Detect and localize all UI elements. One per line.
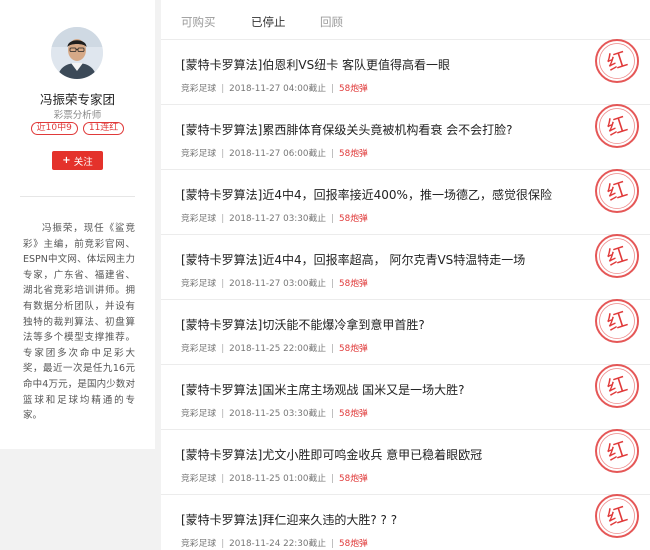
article-price: 58炮弹 bbox=[339, 149, 368, 159]
plus-icon: + bbox=[62, 155, 71, 166]
svg-text:红: 红 bbox=[604, 111, 630, 140]
article-category: 竞彩足球 bbox=[181, 214, 217, 224]
red-stamp-icon: 红 bbox=[595, 364, 639, 408]
article-title[interactable]: [蒙特卡罗算法]尤文小胜即可鸣金收兵 意甲已稳着眼欧冠 bbox=[181, 446, 482, 463]
article-deadline: 2018-11-27 03:00截止 bbox=[229, 279, 327, 289]
meta-separator: | bbox=[221, 214, 225, 224]
tab-review[interactable]: 回顾 bbox=[320, 14, 343, 30]
meta-separator: | bbox=[331, 344, 335, 354]
article-meta: 竞彩足球 | 2018-11-27 06:00截止 | 58炮弹 bbox=[181, 146, 368, 159]
article-price: 58炮弹 bbox=[339, 474, 368, 484]
svg-text:红: 红 bbox=[604, 436, 630, 465]
svg-text:红: 红 bbox=[604, 501, 630, 530]
article-price: 58炮弹 bbox=[339, 344, 368, 354]
article-category: 竞彩足球 bbox=[181, 344, 217, 354]
svg-text:红: 红 bbox=[604, 241, 630, 270]
tab-purchasable[interactable]: 可购买 bbox=[181, 14, 216, 30]
article-meta: 竞彩足球 | 2018-11-24 22:30截止 | 58炮弹 bbox=[181, 536, 368, 549]
sidebar-divider bbox=[20, 196, 135, 197]
expert-name: 冯振荣专家团 bbox=[39, 92, 115, 107]
svg-text:红: 红 bbox=[604, 176, 630, 205]
article-price: 58炮弹 bbox=[339, 84, 368, 94]
list-item[interactable]: [蒙特卡罗算法]国米主席主场观战 国米又是一场大胜? 竞彩足球 | 2018-11-… bbox=[161, 364, 650, 430]
article-deadline: 2018-11-25 22:00截止 bbox=[229, 344, 327, 354]
expert-bio: 冯振荣，现任《鲨竞彩》主编，前竞彩官网、ESPN中文网、体坛网主力专家，广东省、… bbox=[23, 223, 135, 422]
article-title[interactable]: [蒙特卡罗算法]近4中4，回报率超高， 阿尔克青VS特温特走一场 bbox=[181, 251, 525, 268]
svg-text:红: 红 bbox=[604, 46, 630, 75]
article-deadline: 2018-11-27 03:30截止 bbox=[229, 214, 327, 224]
meta-separator: | bbox=[221, 149, 225, 159]
article-meta: 竞彩足球 | 2018-11-25 01:00截止 | 58炮弹 bbox=[181, 471, 368, 484]
article-category: 竞彩足球 bbox=[181, 474, 217, 484]
list-item[interactable]: [蒙特卡罗算法]近4中4，回报率接近400%，推一场德乙，感觉很保险 竞彩足球 |… bbox=[161, 169, 650, 235]
expert-avatar[interactable] bbox=[51, 27, 103, 79]
article-meta: 竞彩足球 | 2018-11-27 03:30截止 | 58炮弹 bbox=[181, 211, 368, 224]
article-panel: 可购买 已停止 回顾 [蒙特卡罗算法]伯恩利VS纽卡 客队更值得高看一眼 竞彩足… bbox=[161, 0, 650, 550]
list-item[interactable]: [蒙特卡罗算法]切沃能不能爆冷拿到意甲首胜? 竞彩足球 | 2018-11-25 2… bbox=[161, 299, 650, 365]
follow-button[interactable]: + 关注 bbox=[52, 151, 103, 170]
article-deadline: 2018-11-27 04:00截止 bbox=[229, 84, 327, 94]
red-stamp-icon: 红 bbox=[595, 429, 639, 473]
meta-separator: | bbox=[331, 84, 335, 94]
red-stamp-icon: 红 bbox=[595, 494, 639, 538]
expert-sidebar: 冯振荣专家团 彩票分析师 近10中9 11连红 + 关注 冯振荣，现任《鲨竞彩》… bbox=[0, 0, 155, 449]
meta-separator: | bbox=[331, 409, 335, 419]
meta-separator: | bbox=[331, 149, 335, 159]
article-title[interactable]: [蒙特卡罗算法]切沃能不能爆冷拿到意甲首胜? bbox=[181, 316, 425, 333]
svg-text:红: 红 bbox=[604, 371, 630, 400]
status-badge-streak: 11连红 bbox=[82, 122, 125, 135]
meta-separator: | bbox=[221, 539, 225, 549]
list-item[interactable]: [蒙特卡罗算法]累西腓体育保级关头竟被机构看衰 会不会打脸? 竞彩足球 | 2018… bbox=[161, 104, 650, 170]
meta-separator: | bbox=[221, 279, 225, 289]
meta-separator: | bbox=[331, 474, 335, 484]
meta-separator: | bbox=[221, 84, 225, 94]
article-title[interactable]: [蒙特卡罗算法]近4中4，回报率接近400%，推一场德乙，感觉很保险 bbox=[181, 186, 552, 203]
meta-separator: | bbox=[331, 214, 335, 224]
tab-stopped[interactable]: 已停止 bbox=[251, 14, 286, 30]
list-item[interactable]: [蒙特卡罗算法]伯恩利VS纽卡 客队更值得高看一眼 竞彩足球 | 2018-11-2… bbox=[161, 39, 650, 105]
list-item[interactable]: [蒙特卡罗算法]尤文小胜即可鸣金收兵 意甲已稳着眼欧冠 竞彩足球 | 2018-11… bbox=[161, 429, 650, 495]
article-title[interactable]: [蒙特卡罗算法]国米主席主场观战 国米又是一场大胜? bbox=[181, 381, 465, 398]
article-category: 竞彩足球 bbox=[181, 539, 217, 549]
article-title[interactable]: [蒙特卡罗算法]伯恩利VS纽卡 客队更值得高看一眼 bbox=[181, 56, 450, 73]
article-meta: 竞彩足球 | 2018-11-25 03:30截止 | 58炮弹 bbox=[181, 406, 368, 419]
article-title[interactable]: [蒙特卡罗算法]累西腓体育保级关头竟被机构看衰 会不会打脸? bbox=[181, 121, 513, 138]
follow-button-label: 关注 bbox=[73, 156, 93, 168]
list-item[interactable]: [蒙特卡罗算法]近4中4，回报率超高， 阿尔克青VS特温特走一场 竞彩足球 | 20… bbox=[161, 234, 650, 300]
article-price: 58炮弹 bbox=[339, 409, 368, 419]
article-price: 58炮弹 bbox=[339, 539, 368, 549]
meta-separator: | bbox=[221, 409, 225, 419]
article-category: 竞彩足球 bbox=[181, 409, 217, 419]
meta-separator: | bbox=[221, 474, 225, 484]
article-price: 58炮弹 bbox=[339, 214, 368, 224]
article-meta: 竞彩足球 | 2018-11-27 04:00截止 | 58炮弹 bbox=[181, 81, 368, 94]
article-meta: 竞彩足球 | 2018-11-27 03:00截止 | 58炮弹 bbox=[181, 276, 368, 289]
expert-title: 彩票分析师 bbox=[53, 110, 102, 121]
red-stamp-icon: 红 bbox=[595, 169, 639, 213]
red-stamp-icon: 红 bbox=[595, 39, 639, 83]
meta-separator: | bbox=[331, 539, 335, 549]
red-stamp-icon: 红 bbox=[595, 299, 639, 343]
article-deadline: 2018-11-27 06:00截止 bbox=[229, 149, 327, 159]
article-deadline: 2018-11-24 22:30截止 bbox=[229, 539, 327, 549]
article-category: 竞彩足球 bbox=[181, 84, 217, 94]
article-meta: 竞彩足球 | 2018-11-25 22:00截止 | 58炮弹 bbox=[181, 341, 368, 354]
red-stamp-icon: 红 bbox=[595, 234, 639, 278]
status-tabs: 可购买 已停止 回顾 bbox=[161, 0, 650, 40]
list-item[interactable]: [蒙特卡罗算法]拜仁迎来久违的大胜? ? ? 竞彩足球 | 2018-11-24 2… bbox=[161, 494, 650, 550]
article-price: 58炮弹 bbox=[339, 279, 368, 289]
article-category: 竞彩足球 bbox=[181, 279, 217, 289]
article-category: 竞彩足球 bbox=[181, 149, 217, 159]
red-stamp-icon: 红 bbox=[595, 104, 639, 148]
expert-badges: 近10中9 11连红 bbox=[0, 122, 155, 135]
article-deadline: 2018-11-25 03:30截止 bbox=[229, 409, 327, 419]
status-badge-recent-record: 近10中9 bbox=[30, 122, 78, 135]
meta-separator: | bbox=[221, 344, 225, 354]
article-deadline: 2018-11-25 01:00截止 bbox=[229, 474, 327, 484]
svg-text:红: 红 bbox=[604, 306, 630, 335]
meta-separator: | bbox=[331, 279, 335, 289]
article-title[interactable]: [蒙特卡罗算法]拜仁迎来久违的大胜? ? ? bbox=[181, 511, 397, 528]
